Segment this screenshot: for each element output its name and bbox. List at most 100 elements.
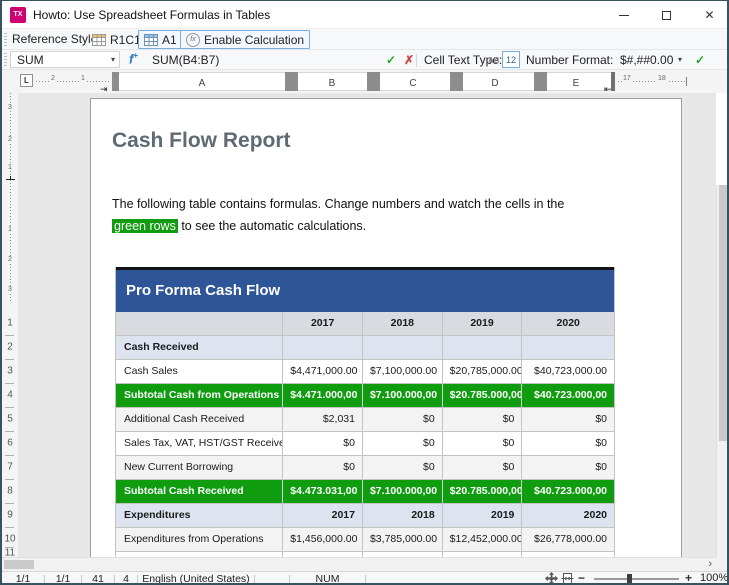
table-cell-value[interactable]: 2018	[363, 504, 443, 527]
formula-input[interactable]: SUM(B4:B7)	[152, 50, 219, 70]
table-cell-value[interactable]: $40.723.000,00	[522, 384, 614, 407]
table-cell-value[interactable]: $4.473.031,00	[283, 480, 363, 503]
horizontal-scrollbar[interactable]: ›	[2, 557, 716, 571]
enable-calculation-button[interactable]: fx Enable Calculation	[180, 30, 311, 49]
zoom-out-button[interactable]: −	[578, 571, 585, 583]
table-cell-value[interactable]: 2019	[443, 504, 523, 527]
vertical-scrollbar[interactable]: ▾	[716, 185, 727, 583]
maximize-button[interactable]	[646, 1, 686, 29]
scroll-right-icon[interactable]: ›	[708, 558, 712, 571]
fit-width-icon[interactable]	[561, 572, 574, 585]
table-cell-value[interactable]: 2019	[443, 312, 523, 335]
table-cell-value[interactable]: $20.785.000,00	[443, 384, 523, 407]
table-cell-value[interactable]: 2020	[522, 504, 614, 527]
document-heading[interactable]: Cash Flow Report	[112, 129, 291, 153]
document-page[interactable]: Cash Flow Report The following table con…	[90, 98, 682, 557]
column-separator-handle[interactable]	[534, 72, 547, 91]
table-cell-value[interactable]: $7.100.000,00	[363, 384, 443, 407]
maximize-icon	[661, 10, 671, 20]
table-cell-value[interactable]: $0	[443, 456, 523, 479]
vertical-scrollbar-thumb[interactable]	[719, 185, 727, 441]
close-icon: ✕	[704, 8, 715, 22]
table-cell-value[interactable]: 2017	[283, 504, 363, 527]
table-cell-value[interactable]: $20,785,000.00	[443, 360, 523, 383]
table-cell-value[interactable]: $0	[522, 432, 614, 455]
table-cell-value[interactable]: $40,723,000.00	[522, 360, 614, 383]
table-cell-label[interactable]: Cash Sales	[116, 360, 284, 383]
table-cell-value[interactable]: $0	[283, 432, 363, 455]
table-cell-value[interactable]: $0	[283, 456, 363, 479]
fit-page-icon[interactable]	[545, 572, 558, 585]
apply-format-icon[interactable]: ✓	[695, 50, 705, 70]
tab-alignment-selector[interactable]: L	[20, 74, 33, 87]
column-separator-handle[interactable]	[112, 72, 119, 91]
apply-formula-icon[interactable]: ✓	[386, 50, 396, 70]
toolbar-grip[interactable]	[4, 53, 7, 67]
indent-left-marker-icon[interactable]: ⇤	[604, 84, 612, 95]
table-cell-value[interactable]: $0	[443, 432, 523, 455]
table-column-strip[interactable]: A B C D E	[112, 72, 614, 91]
document-area[interactable]: Cash Flow Report The following table con…	[18, 93, 716, 557]
table-cell-value[interactable]: $3,785,000.00	[363, 528, 443, 551]
table-body: 2017 2018 2019 2020 Cash Received Cash Sales $…	[116, 312, 614, 557]
function-select[interactable]: SUM ▾	[10, 51, 120, 68]
margin-marker[interactable]	[6, 176, 15, 180]
table-cell-value[interactable]: 2017	[283, 312, 363, 335]
table-cell-label[interactable]: Cash Received	[116, 336, 284, 359]
cash-flow-table[interactable]: Pro Forma Cash Flow 2017 2018 2019 2020 Cash…	[115, 267, 615, 557]
text-type-ab-button[interactable]: AB	[488, 56, 500, 65]
horizontal-scrollbar-thumb[interactable]	[4, 560, 34, 569]
table-cell-label[interactable]: New Current Borrowing	[116, 456, 284, 479]
column-separator-handle[interactable]	[367, 72, 380, 91]
insert-formula-icon[interactable]: f+	[129, 51, 138, 66]
table-cell-value[interactable]: $1,456,000.00	[283, 528, 363, 551]
table-cell-value[interactable]: $12,452,000.00	[443, 528, 523, 551]
table-title[interactable]: Pro Forma Cash Flow	[116, 270, 614, 312]
table-cell-label[interactable]: Subtotal Cash from Operations	[116, 384, 284, 407]
table-cell-value[interactable]: $4,471,000.00	[283, 360, 363, 383]
table-cell-label[interactable]: Additional Cash Received	[116, 408, 284, 431]
table-cell-value[interactable]: $7,100,000.00	[363, 360, 443, 383]
table-cell-value[interactable]: $40.723.000,00	[522, 480, 614, 503]
table-cell-value[interactable]: $0	[522, 456, 614, 479]
table-cell-value[interactable]: $0	[363, 432, 443, 455]
column-separator-handle[interactable]	[285, 72, 298, 91]
table-cell-value[interactable]: $0	[443, 408, 523, 431]
toolbar-grip[interactable]	[4, 33, 7, 47]
table-cell-value[interactable]: $0	[522, 408, 614, 431]
table-cell-value[interactable]: 2018	[363, 312, 443, 335]
vertical-ruler[interactable]: 3 2 1 1 2 3 1 2 3 4 5 6 7 8 9 10 11	[2, 93, 18, 559]
table-cell-label[interactable]: Expenditures	[116, 504, 284, 527]
table-cell-label[interactable]: Sales Tax, VAT, HST/GST Received	[116, 432, 284, 455]
table-cell-label[interactable]: Expenditures from Operations	[116, 528, 284, 551]
table-cell-value[interactable]	[363, 336, 443, 359]
table-cell-label[interactable]	[116, 312, 284, 335]
cancel-formula-icon[interactable]: ✗	[404, 50, 414, 70]
text-type-number-button[interactable]: 12	[502, 51, 520, 68]
table-cell-value[interactable]: $26,778,000.00	[522, 528, 614, 551]
table-cell-value[interactable]: $0	[363, 456, 443, 479]
table-cell-value[interactable]: 2020	[522, 312, 614, 335]
close-button[interactable]: ✕	[688, 1, 727, 29]
horizontal-ruler[interactable]: L A B C D E ⇥ ⇤ 2 1 17 18	[2, 70, 727, 95]
table-cell-value[interactable]: $20.785.000,00	[443, 480, 523, 503]
document-paragraph[interactable]: The following table contains formulas. C…	[112, 193, 642, 237]
table-cell-value[interactable]	[283, 336, 363, 359]
number-format-input[interactable]: $#,##0.00	[620, 50, 673, 70]
table-cell-value[interactable]	[443, 336, 523, 359]
table-cell-label[interactable]: Subtotal Cash Received	[116, 480, 284, 503]
table-cell-value[interactable]: $2,031	[283, 408, 363, 431]
zoom-in-button[interactable]: +	[685, 571, 692, 583]
table-cell-value[interactable]: $7.100.000,00	[363, 480, 443, 503]
table-cell-value[interactable]	[522, 336, 614, 359]
minimize-button[interactable]	[604, 1, 644, 29]
zoom-level[interactable]: 100%	[700, 571, 727, 583]
indent-right-marker-icon[interactable]: ⇥	[100, 84, 108, 95]
chevron-down-icon[interactable]: ▾	[678, 50, 682, 70]
column-separator-handle[interactable]	[450, 72, 463, 91]
table-cell-value[interactable]: $0	[363, 408, 443, 431]
table-cell-value[interactable]: $4.471.000,00	[283, 384, 363, 407]
zoom-slider-thumb[interactable]	[627, 574, 632, 583]
zoom-slider[interactable]	[594, 578, 679, 580]
a1-button[interactable]: A1	[138, 30, 183, 49]
